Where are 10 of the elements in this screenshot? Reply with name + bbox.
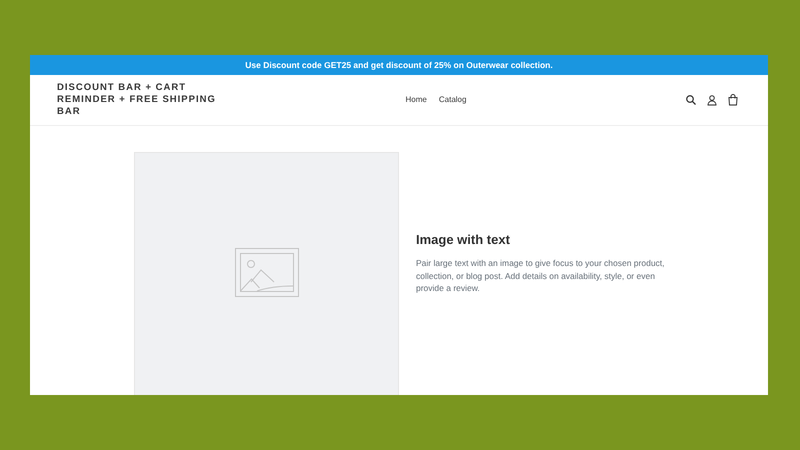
nav-link[interactable]: Catalog [438,94,466,106]
store-logo[interactable]: DISCOUNT BAR + CART REMINDER + FREE SHIPPING BAR [57,82,237,118]
bag-icon[interactable] [727,94,739,106]
search-icon[interactable] [685,94,697,106]
section-text: Pair large text with an image to give focus to your chosen product, collection, or blog post. Add details on availability, style, or even provide a review. [416,257,666,294]
user-icon[interactable] [706,94,718,106]
image-icon [234,248,298,296]
section-title: Image with text [416,230,511,249]
nav-link[interactable]: Home [406,94,427,106]
announcement-bar: Use Discount code GET25 and get discount of 25% on Outerwear collection. [30,55,768,75]
